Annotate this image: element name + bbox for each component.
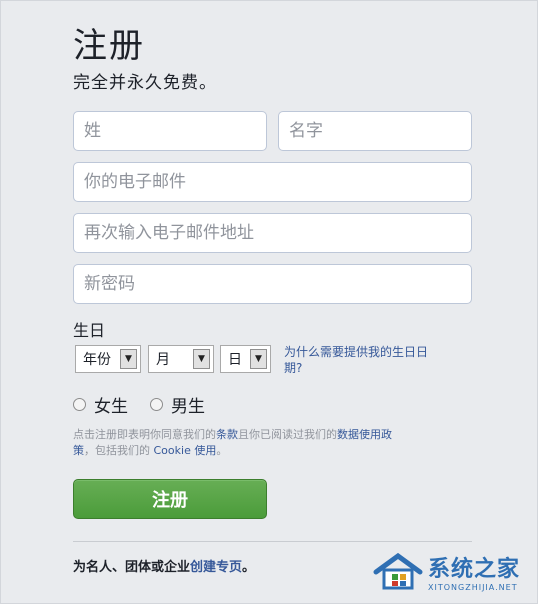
password-input[interactable] [73, 264, 472, 304]
day-select-value: 日 [228, 352, 242, 368]
watermark-cn: 系统之家 [428, 557, 521, 582]
email-input[interactable] [73, 162, 472, 202]
terms-middle2: ，包括我们的 [84, 444, 154, 457]
month-select-value: 月 [156, 352, 170, 368]
create-page-text: 为名人、团体或企业创建专页。 [73, 556, 255, 575]
page-subtitle: 完全并永久免费。 [73, 73, 217, 93]
first-name-input[interactable] [278, 111, 472, 151]
divider [73, 541, 472, 542]
create-page-suffix: 。 [242, 560, 256, 575]
day-select[interactable]: 日 ▼ [220, 345, 271, 373]
birthday-label: 生日 [73, 321, 106, 340]
page-title: 注册 [73, 26, 145, 66]
gender-female-label: 女生 [94, 397, 128, 417]
radio-circle-icon[interactable] [150, 398, 163, 411]
watermark-en: XITONGZHIJIA.NET [428, 583, 518, 592]
email-confirm-input[interactable] [73, 213, 472, 253]
chevron-down-icon: ▼ [120, 349, 137, 369]
watermark: 系统之家 XITONGZHIJIA.NET [372, 551, 520, 592]
year-select-value: 年份 [83, 352, 111, 368]
terms-prefix: 点击注册即表明你同意我们的 [73, 428, 216, 441]
chevron-down-icon: ▼ [250, 349, 267, 369]
terms-middle: 且你已阅读过我们的 [238, 428, 337, 441]
terms-suffix: 。 [216, 444, 228, 457]
house-logo-icon [372, 552, 424, 592]
create-page-prefix: 为名人、团体或企业 [73, 560, 191, 575]
create-page-link[interactable]: 创建专页 [190, 560, 242, 575]
terms-text: 点击注册即表明你同意我们的条款且你已阅读过我们的数据使用政策，包括我们的 Coo… [73, 427, 403, 459]
why-birthday-link[interactable]: 为什么需要提供我的生日日期? [284, 344, 444, 376]
chevron-down-icon: ▼ [193, 349, 210, 369]
radio-circle-icon[interactable] [73, 398, 86, 411]
signup-button[interactable]: 注册 [73, 479, 267, 519]
last-name-input[interactable] [73, 111, 267, 151]
cookie-link[interactable]: Cookie 使用 [154, 444, 217, 457]
year-select[interactable]: 年份 ▼ [75, 345, 141, 373]
gender-male-label: 男生 [171, 397, 205, 417]
terms-link[interactable]: 条款 [216, 428, 238, 441]
gender-male-radio[interactable]: 男生 [150, 392, 205, 417]
gender-female-radio[interactable]: 女生 [73, 392, 128, 417]
month-select[interactable]: 月 ▼ [148, 345, 214, 373]
